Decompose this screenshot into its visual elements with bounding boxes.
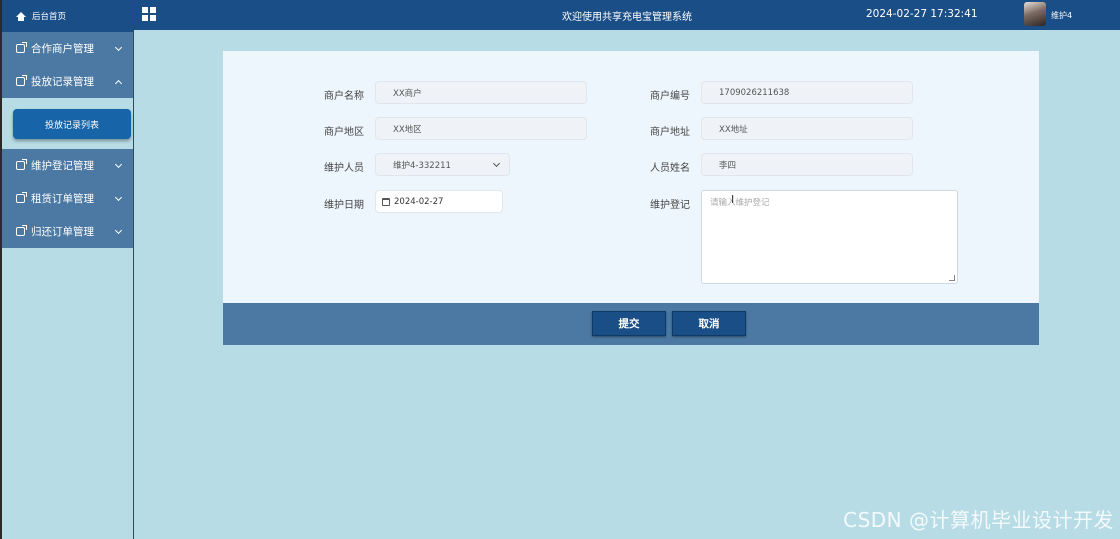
- home-icon: [16, 11, 26, 21]
- username[interactable]: 维护4: [1051, 10, 1072, 21]
- maintainer-label: 维护人员: [324, 163, 364, 174]
- merchant-name-label: 商户名称: [324, 91, 364, 102]
- chevron-up-icon: [114, 79, 123, 88]
- top-header: 欢迎使用共享充电宝管理系统 2024-02-27 17:32:41 维护4: [134, 0, 1120, 30]
- sidebar-item-label: 维护登记管理: [31, 160, 94, 172]
- sidebar-item-label: 合作商户管理: [31, 43, 94, 55]
- chevron-down-icon: [114, 226, 123, 235]
- chevron-down-icon: [114, 193, 123, 202]
- merchant-address-label: 商户地址: [650, 127, 690, 138]
- maintainer-select[interactable]: 维护4-332211: [375, 153, 510, 176]
- maintenance-form: 商户名称 XX商户 商户编号 1709026211638 商户地区 XX地区 商…: [223, 51, 1039, 303]
- submit-button[interactable]: 提交: [592, 311, 666, 336]
- chevron-down-icon: [114, 160, 123, 169]
- edit-icon: [16, 75, 27, 86]
- sidebar-menu-lower: 维护登记管理 租赁订单管理 归还订单管理: [2, 149, 133, 248]
- merchant-region-field[interactable]: XX地区: [375, 117, 587, 140]
- chevron-down-icon: [492, 159, 501, 168]
- date-label: 维护日期: [324, 200, 364, 211]
- sidebar-home[interactable]: 后台首页: [2, 0, 133, 32]
- edit-icon: [16, 225, 27, 236]
- date-value: 2024-02-27: [394, 196, 444, 207]
- sidebar-item-merchant[interactable]: 合作商户管理: [2, 32, 133, 65]
- calendar-icon: [382, 197, 390, 206]
- sidebar-item-label: 投放记录管理: [31, 76, 94, 88]
- avatar[interactable]: [1024, 2, 1046, 26]
- record-label: 维护登记: [650, 200, 690, 211]
- person-name-field[interactable]: 李四: [701, 153, 913, 176]
- sidebar-item-rental[interactable]: 租赁订单管理: [2, 182, 133, 215]
- resize-handle-icon[interactable]: [949, 275, 955, 281]
- edit-icon: [16, 159, 27, 170]
- current-datetime: 2024-02-27 17:32:41: [866, 8, 978, 20]
- person-name-label: 人员姓名: [650, 163, 690, 174]
- sidebar: 后台首页 合作商户管理 投放记录管理 投放记录列表 维护登记管理 租赁订单管理: [2, 0, 134, 539]
- date-picker[interactable]: 2024-02-27: [375, 190, 503, 213]
- merchant-no-label: 商户编号: [650, 91, 690, 102]
- sidebar-submenu: 投放记录列表: [2, 98, 133, 149]
- maintainer-select-value: 维护4-332211: [393, 160, 451, 171]
- sidebar-subitem-deployment-list[interactable]: 投放记录列表: [13, 109, 131, 139]
- edit-icon: [16, 192, 27, 203]
- merchant-address-field[interactable]: XX地址: [701, 117, 913, 140]
- cancel-button[interactable]: 取消: [672, 311, 746, 336]
- watermark: CSDN @计算机毕业设计开发: [843, 508, 1114, 532]
- action-bar: 提交 取消: [223, 303, 1039, 345]
- sidebar-item-return[interactable]: 归还订单管理: [2, 215, 133, 248]
- record-placeholder: 请输入维护登记: [710, 198, 770, 208]
- sidebar-item-maintenance[interactable]: 维护登记管理: [2, 149, 133, 182]
- merchant-name-field[interactable]: XX商户: [375, 81, 587, 104]
- edit-icon: [16, 42, 27, 53]
- merchant-region-label: 商户地区: [324, 127, 364, 138]
- sidebar-item-label: 归还订单管理: [31, 226, 94, 238]
- sidebar-item-deployment[interactable]: 投放记录管理: [2, 65, 133, 98]
- sidebar-home-label: 后台首页: [32, 12, 67, 22]
- record-textarea[interactable]: 请输入维护登记: [701, 190, 958, 284]
- merchant-no-field[interactable]: 1709026211638: [701, 81, 913, 104]
- sidebar-item-label: 租赁订单管理: [31, 193, 94, 205]
- sidebar-menu: 合作商户管理 投放记录管理: [2, 32, 133, 98]
- chevron-down-icon: [114, 43, 123, 52]
- text-cursor-icon: I: [731, 193, 735, 206]
